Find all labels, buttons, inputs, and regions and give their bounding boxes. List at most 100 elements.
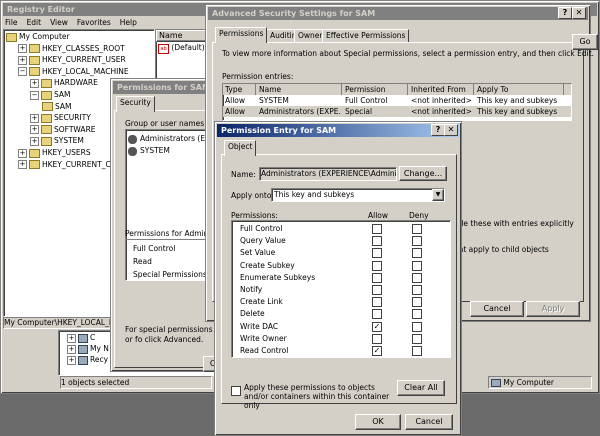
apply-button[interactable]: Apply	[526, 301, 580, 317]
deny-checkbox[interactable]	[412, 346, 422, 356]
list-item[interactable]: + Recy	[67, 355, 108, 365]
table-cell: This key and subkeys	[477, 96, 558, 105]
deny-checkbox[interactable]	[412, 272, 422, 283]
child-objects-text-fragment: hat apply to child objects	[454, 245, 549, 254]
column-header[interactable]: Apply To	[477, 84, 564, 95]
permissions-sam-title: Permissions for SAM	[113, 81, 219, 94]
tab-security[interactable]: Security	[116, 96, 155, 112]
apply-within-checkbox[interactable]	[231, 386, 241, 396]
column-header[interactable]: Permission	[345, 84, 408, 95]
close-icon[interactable]: ✕	[572, 7, 586, 19]
expand-toggle-icon[interactable]: −	[18, 67, 27, 77]
table-row[interactable]: Allow Administrators (EXPE... Special <not …	[223, 106, 571, 117]
string-value-icon: ab	[158, 44, 169, 54]
expand-toggle-icon[interactable]: +	[30, 125, 39, 135]
menu-item[interactable]: Favorites	[77, 18, 111, 27]
tree-item[interactable]: + HKEY_CURRENT_USER	[18, 55, 126, 65]
permission-row: Notify	[232, 284, 450, 295]
go-button[interactable]: Go	[572, 34, 598, 50]
tree-item[interactable]: + SYSTEM	[30, 136, 84, 146]
tree-item[interactable]: + SECURITY	[30, 113, 91, 123]
expand-toggle-icon[interactable]: +	[67, 333, 76, 343]
tree-item[interactable]: + HKEY_CURRENT_CO	[18, 160, 117, 170]
deny-checkbox[interactable]	[412, 285, 422, 295]
tree-item[interactable]: − HKEY_LOCAL_MACHINE	[18, 67, 129, 77]
explorer-statusbar: 1 objects selected	[60, 376, 212, 389]
expand-toggle-icon[interactable]: +	[18, 55, 27, 65]
table-row[interactable]: Allow SYSTEM Full Control <not inherited> Th…	[223, 95, 571, 106]
expand-toggle-icon[interactable]: +	[18, 44, 27, 54]
user-list-item[interactable]: SYSTEM	[128, 145, 170, 156]
ok-button[interactable]: OK	[355, 414, 401, 430]
menu-item[interactable]: Help	[120, 18, 137, 27]
expand-toggle-icon[interactable]: +	[30, 113, 39, 123]
allow-checkbox[interactable]	[372, 309, 382, 320]
allow-checkbox[interactable]	[372, 297, 382, 308]
default-value-item[interactable]: ab (Default)	[158, 43, 205, 54]
clear-all-button[interactable]: Clear All	[397, 380, 445, 396]
cancel-button[interactable]: Cancel	[405, 414, 453, 430]
change-button[interactable]: Change...	[399, 166, 447, 181]
column-header[interactable]: Name	[259, 84, 342, 95]
allow-checkbox[interactable]	[372, 224, 382, 234]
folder-icon	[42, 102, 53, 112]
permission-entry-title: Permission Entry for SAM	[217, 124, 459, 137]
tree-item[interactable]: − SAM	[30, 90, 71, 100]
expand-toggle-icon[interactable]: +	[18, 160, 27, 170]
permission-entries-table[interactable]: Type Name Permission Inherited From Apply To…	[222, 83, 572, 121]
deny-checkbox[interactable]	[412, 309, 422, 320]
tree-item[interactable]: SAM	[42, 102, 72, 112]
chevron-down-icon[interactable]: ▼	[432, 189, 444, 201]
item-icon	[78, 355, 88, 365]
expand-toggle-icon[interactable]: +	[30, 78, 39, 88]
permissions-list[interactable]: Full Control Query Value Set Value Create S…	[231, 220, 451, 358]
column-header[interactable]: Type	[225, 84, 256, 95]
column-header[interactable]: Inherited From	[411, 84, 474, 95]
list-item[interactable]: + My N	[67, 344, 109, 354]
expand-toggle-icon[interactable]: +	[67, 344, 76, 354]
name-value: Administrators (EXPERIENCE\Administr	[261, 169, 397, 178]
deny-checkbox[interactable]	[412, 333, 422, 344]
tab-permissions[interactable]: Permissions	[215, 27, 268, 43]
help-button[interactable]: ?	[558, 7, 572, 19]
deny-checkbox[interactable]	[412, 224, 422, 234]
special-perm-footer: For special permissions or fo click Adva…	[125, 325, 213, 344]
menu-item[interactable]: View	[50, 18, 68, 27]
tree-item[interactable]: + HKEY_USERS	[18, 148, 91, 158]
expand-toggle-icon[interactable]: −	[30, 90, 39, 100]
expand-toggle-icon[interactable]: +	[67, 355, 76, 365]
help-button[interactable]: ?	[431, 124, 445, 136]
folder-icon	[29, 160, 40, 170]
expand-toggle-icon[interactable]: +	[18, 148, 27, 158]
allow-checkbox[interactable]	[372, 333, 382, 344]
tree-item[interactable]: + HARDWARE	[30, 78, 98, 88]
user-list-item[interactable]: Administrators (EXF	[128, 133, 215, 144]
deny-checkbox[interactable]	[412, 248, 422, 259]
tree-item[interactable]: My Computer	[6, 32, 70, 42]
deny-checkbox[interactable]	[412, 260, 422, 271]
tab-effective-permissions[interactable]: Effective Permissions	[322, 29, 410, 42]
allow-checkbox[interactable]: ✓	[372, 346, 382, 356]
expand-toggle-icon[interactable]: +	[30, 136, 39, 146]
menu-item[interactable]: Edit	[27, 18, 42, 27]
tree-item[interactable]: + SOFTWARE	[30, 125, 96, 135]
close-icon[interactable]: ✕	[444, 124, 458, 136]
deny-checkbox[interactable]	[412, 321, 422, 332]
allow-checkbox[interactable]	[372, 260, 382, 271]
allow-checkbox[interactable]: ✓	[372, 321, 382, 332]
list-item[interactable]: + C	[67, 333, 95, 343]
deny-checkbox[interactable]	[412, 297, 422, 308]
allow-checkbox[interactable]	[372, 285, 382, 295]
allow-checkbox[interactable]	[372, 272, 382, 283]
allow-checkbox[interactable]	[372, 248, 382, 259]
cancel-button[interactable]: Cancel	[470, 301, 524, 317]
deny-checkbox[interactable]	[412, 236, 422, 247]
allow-checkbox[interactable]	[372, 236, 382, 247]
menu-item[interactable]: File	[5, 18, 18, 27]
tree-item[interactable]: + HKEY_CLASSES_ROOT	[18, 44, 125, 54]
permission-entries-label: Permission entries:	[222, 72, 294, 81]
list-item-label: My N	[90, 344, 109, 353]
apply-onto-select[interactable]: This key and subkeys ▼	[271, 188, 445, 202]
tab-object[interactable]: Object	[224, 140, 257, 156]
permission-item: Special Permissions	[133, 270, 207, 279]
